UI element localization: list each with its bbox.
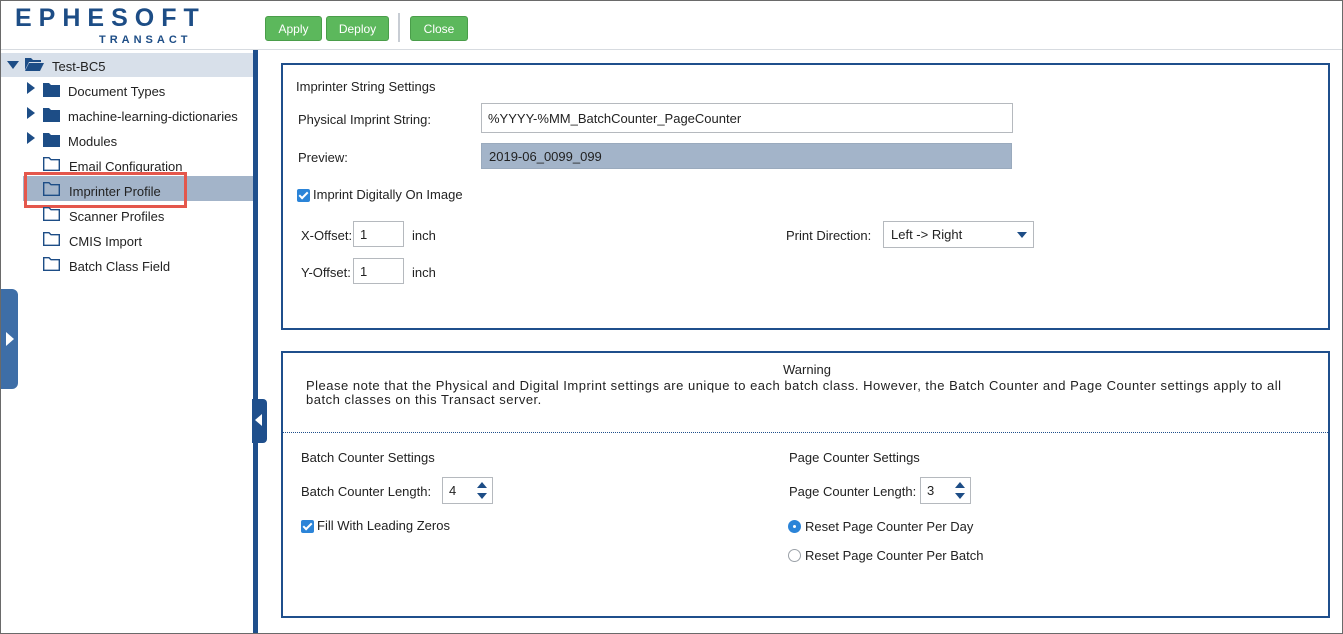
expand-right-icon[interactable]: [27, 82, 35, 94]
reset-per-day-radio[interactable]: [788, 520, 801, 533]
leading-zeros-checkbox[interactable]: [301, 520, 314, 533]
reset-per-batch-label: Reset Page Counter Per Batch: [805, 548, 984, 563]
y-offset-input[interactable]: 1: [353, 258, 404, 284]
folder-icon: [43, 108, 60, 122]
page-counter-length-stepper[interactable]: 3: [920, 477, 971, 504]
folder-outline-icon: [43, 232, 60, 246]
ephesoft-logo: EPHESOFT TRANSACT: [15, 4, 205, 46]
close-button[interactable]: Close: [410, 16, 468, 41]
chevron-right-icon: [6, 332, 14, 346]
collapse-tree-tab[interactable]: [252, 399, 267, 443]
spin-down-icon[interactable]: [955, 493, 965, 499]
expand-right-icon[interactable]: [27, 107, 35, 119]
x-offset-label: X-Offset:: [301, 228, 353, 243]
tree-item-cmis-import[interactable]: CMIS Import: [69, 234, 142, 249]
folder-open-icon: [25, 58, 44, 71]
page-counter-length-label: Page Counter Length:: [789, 484, 917, 499]
batch-counter-length-label: Batch Counter Length:: [301, 484, 432, 499]
deploy-button[interactable]: Deploy: [326, 16, 389, 41]
preview-value: 2019-06_0099_099: [481, 143, 1012, 169]
reset-per-day-label: Reset Page Counter Per Day: [805, 519, 974, 534]
left-panel-expand-tab[interactable]: [1, 289, 18, 389]
logo-sub-text: TRANSACT: [99, 34, 192, 46]
physical-imprint-input[interactable]: %YYYY-%MM_BatchCounter_PageCounter: [481, 103, 1013, 133]
tree-item-modules[interactable]: Modules: [68, 134, 117, 149]
spin-up-icon[interactable]: [477, 482, 487, 488]
folder-icon: [43, 83, 60, 97]
selection-highlight-box: [24, 172, 187, 208]
tree-item-batch-class-field[interactable]: Batch Class Field: [69, 259, 170, 274]
page-counter-length-value: 3: [927, 483, 935, 498]
reset-per-batch-radio[interactable]: [788, 549, 801, 562]
warning-title: Warning: [783, 362, 831, 377]
folder-icon: [43, 133, 60, 147]
spin-up-icon[interactable]: [955, 482, 965, 488]
batch-counter-length-value: 4: [449, 483, 457, 498]
folder-outline-icon: [43, 257, 60, 271]
section-divider: [283, 432, 1328, 433]
imprint-digitally-label: Imprint Digitally On Image: [313, 187, 463, 202]
print-direction-value: Left -> Right: [891, 227, 963, 242]
imprinter-settings-panel: Imprinter String Settings Physical Impri…: [281, 63, 1330, 330]
expand-down-icon[interactable]: [7, 61, 19, 69]
tree-item-document-types[interactable]: Document Types: [68, 84, 165, 99]
print-direction-label: Print Direction:: [786, 228, 872, 243]
batch-class-tree: Test-BC5 Document Types machine-learning…: [1, 51, 254, 633]
batch-counter-title: Batch Counter Settings: [301, 450, 435, 465]
tree-root-label: Test-BC5: [52, 59, 106, 74]
expand-right-icon[interactable]: [27, 132, 35, 144]
app-window: EPHESOFT TRANSACT Apply Deploy Close Tes…: [0, 0, 1343, 634]
toolbar-separator: [398, 13, 400, 42]
panel-splitter[interactable]: [253, 50, 258, 633]
logo-main-text: EPHESOFT: [15, 4, 206, 32]
tree-root-row[interactable]: Test-BC5: [1, 53, 254, 77]
leading-zeros-label: Fill With Leading Zeros: [317, 518, 450, 533]
header-divider: [1, 49, 1342, 50]
y-offset-label: Y-Offset:: [301, 265, 351, 280]
x-offset-input[interactable]: 1: [353, 221, 404, 247]
dropdown-caret-icon: [1017, 232, 1027, 238]
page-counter-title: Page Counter Settings: [789, 450, 920, 465]
print-direction-select[interactable]: Left -> Right: [883, 221, 1034, 248]
imprinter-settings-title: Imprinter String Settings: [296, 79, 436, 94]
preview-label: Preview:: [298, 150, 348, 165]
apply-button[interactable]: Apply: [265, 16, 322, 41]
x-offset-unit: inch: [412, 228, 436, 243]
folder-outline-icon: [43, 207, 60, 221]
chevron-left-icon: [255, 414, 262, 426]
tree-item-scanner-profiles[interactable]: Scanner Profiles: [69, 209, 164, 224]
folder-outline-icon: [43, 157, 60, 171]
spin-down-icon[interactable]: [477, 493, 487, 499]
batch-counter-length-stepper[interactable]: 4: [442, 477, 493, 504]
imprint-digitally-checkbox[interactable]: [297, 189, 310, 202]
warning-text: Please note that the Physical and Digita…: [306, 378, 1282, 407]
counter-settings-panel: Warning Please note that the Physical an…: [281, 351, 1330, 618]
physical-imprint-label: Physical Imprint String:: [298, 112, 431, 127]
tree-item-ml-dictionaries[interactable]: machine-learning-dictionaries: [68, 109, 238, 124]
y-offset-unit: inch: [412, 265, 436, 280]
